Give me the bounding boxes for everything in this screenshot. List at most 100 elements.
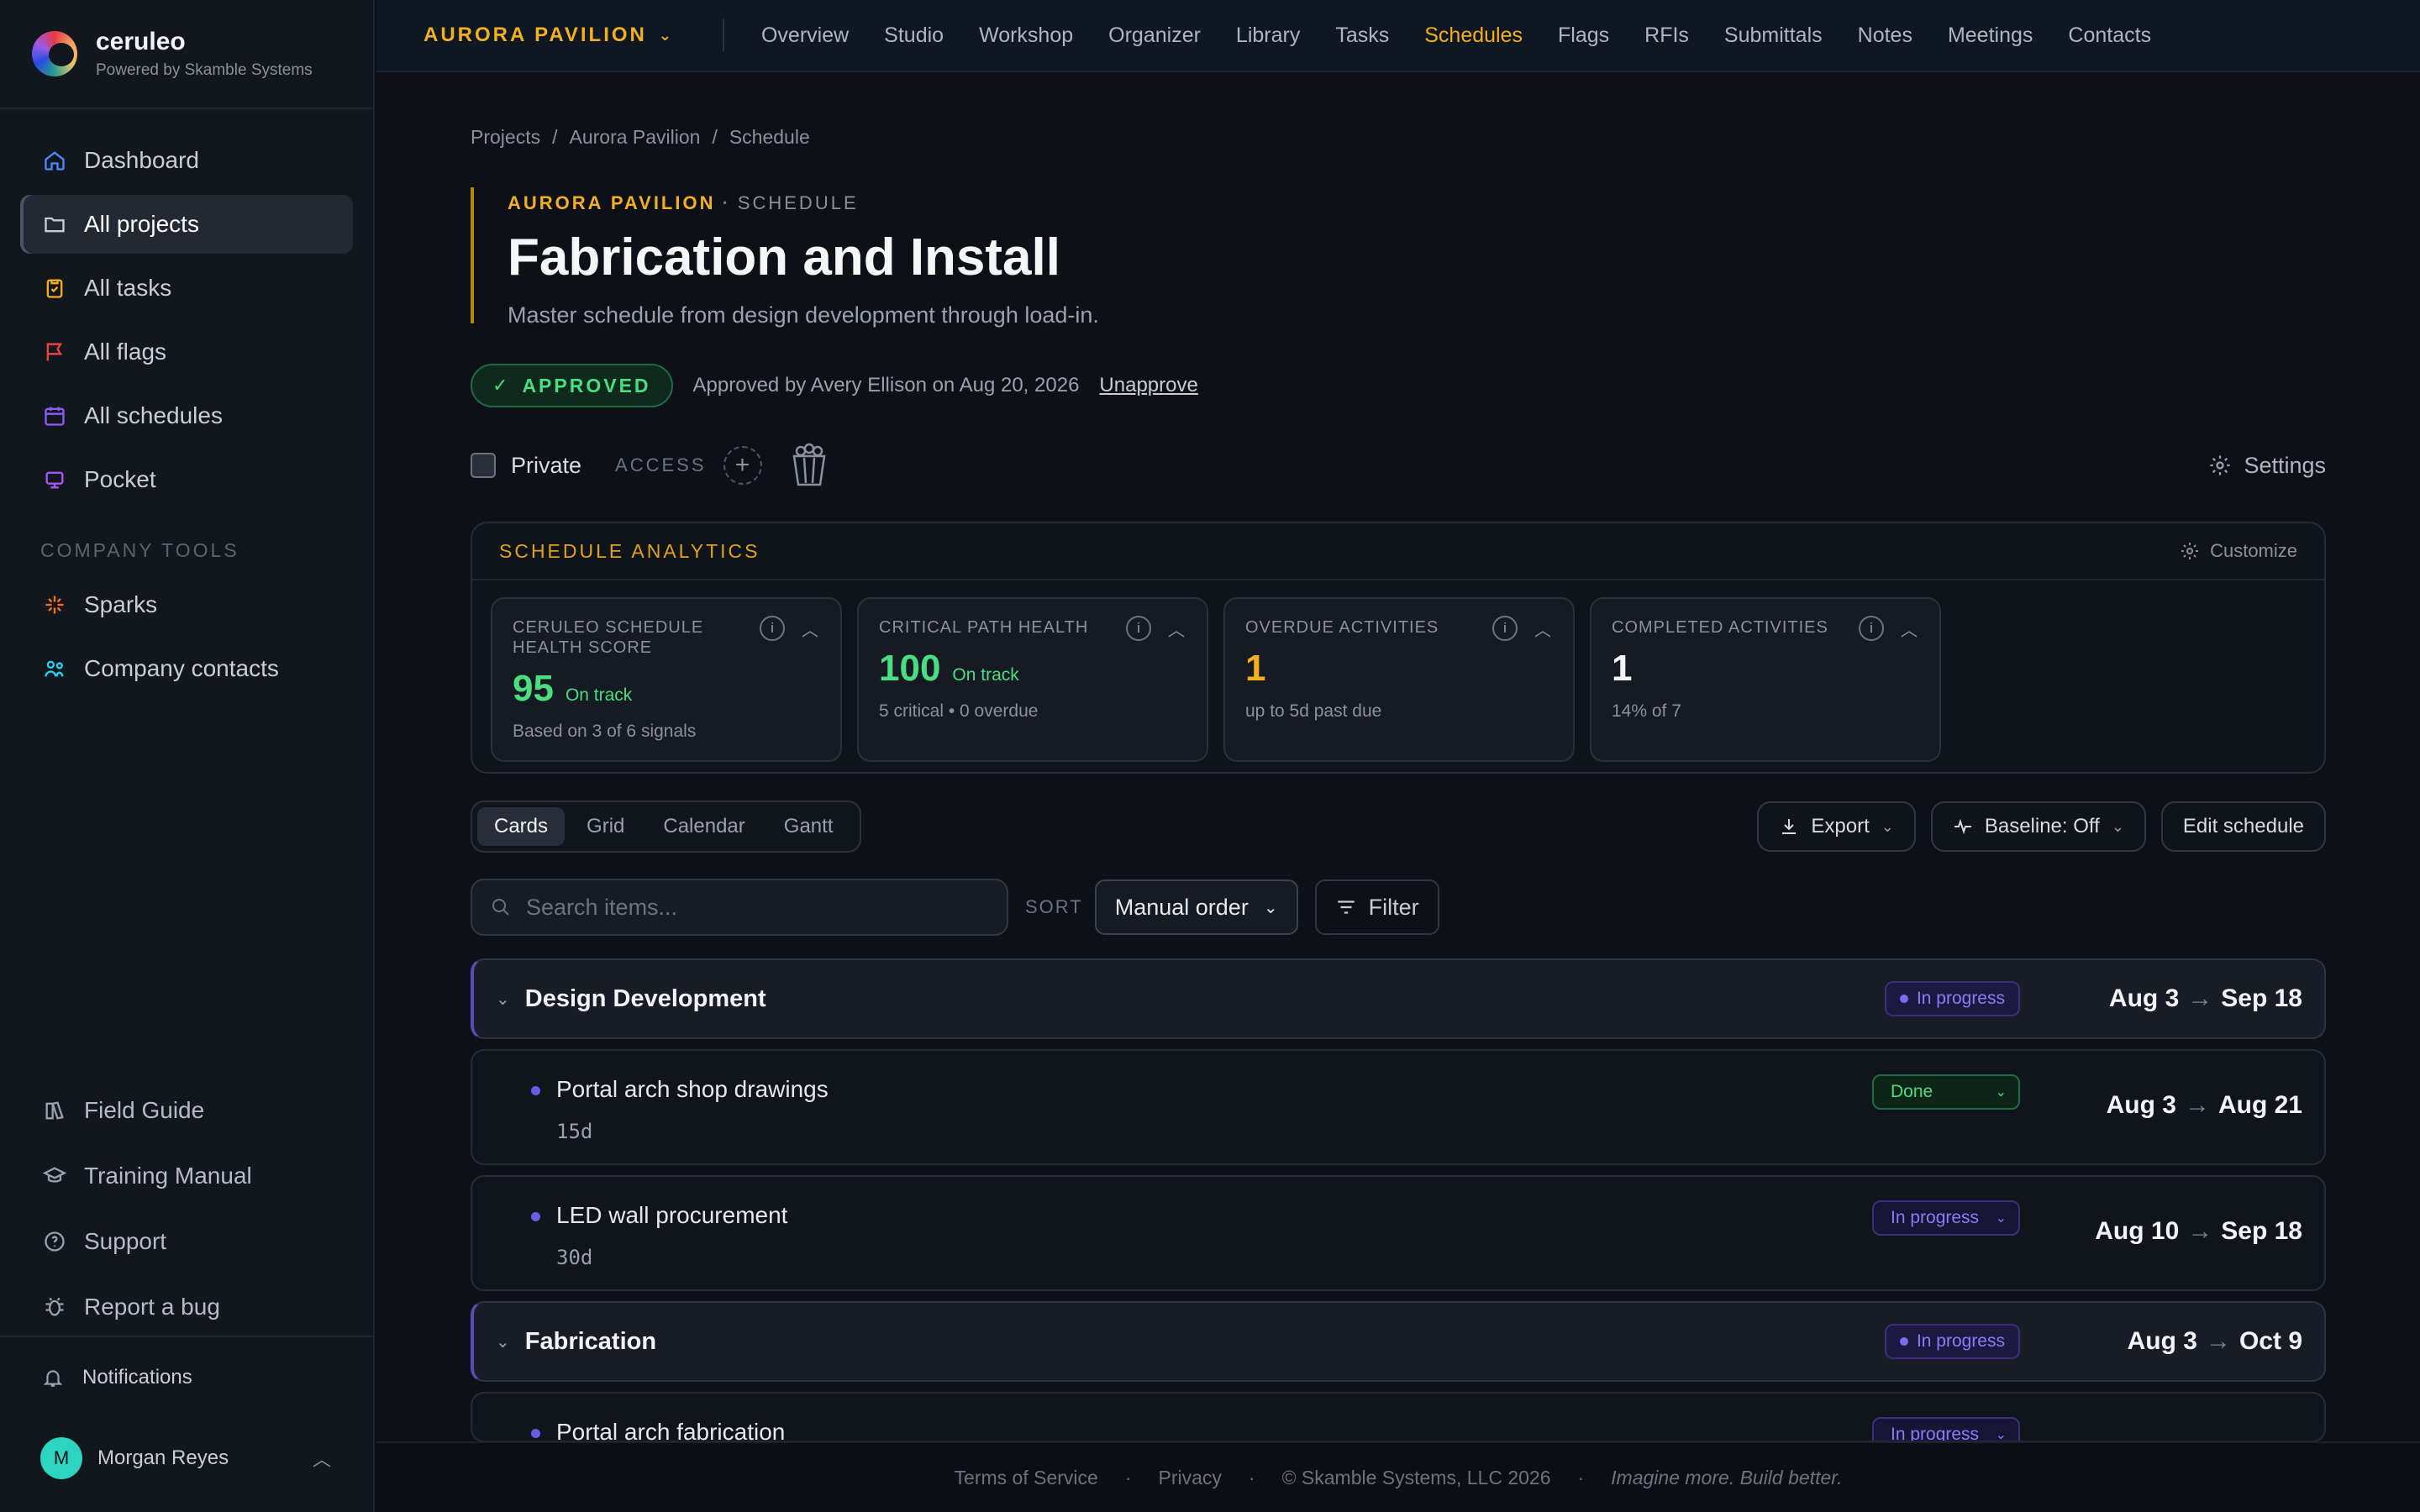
export-button[interactable]: Export ⌄ bbox=[1757, 801, 1916, 852]
breadcrumb-project[interactable]: Aurora Pavilion bbox=[569, 126, 700, 149]
status-label: In progress bbox=[1916, 1331, 2005, 1351]
breadcrumb-separator: / bbox=[712, 126, 718, 148]
info-icon[interactable]: i bbox=[1492, 616, 1518, 641]
sidebar-item-training-manual[interactable]: Training Manual bbox=[20, 1146, 353, 1206]
sidebar-help-links: Field Guide Training Manual Support Repo… bbox=[20, 1080, 353, 1342]
graduation-cap-icon bbox=[42, 1163, 67, 1189]
tab-flags[interactable]: Flags bbox=[1558, 24, 1609, 48]
search-input[interactable] bbox=[526, 894, 997, 921]
end-date: Oct 9 bbox=[2238, 1327, 2302, 1355]
info-icon[interactable]: i bbox=[1126, 616, 1151, 641]
info-icon[interactable]: i bbox=[760, 616, 785, 641]
collapse-chevron-icon[interactable]: ︿ bbox=[802, 617, 818, 641]
tab-tasks[interactable]: Tasks bbox=[1335, 24, 1389, 48]
download-icon bbox=[1779, 816, 1799, 837]
info-icon[interactable]: i bbox=[1859, 616, 1884, 641]
tab-contacts[interactable]: Contacts bbox=[2068, 24, 2151, 48]
analytics-title: SCHEDULE ANALYTICS bbox=[499, 539, 760, 562]
start-date: Aug 3 bbox=[2127, 1327, 2197, 1355]
baseline-button[interactable]: Baseline: Off ⌄ bbox=[1930, 801, 2146, 852]
phase-row[interactable]: ⌄ Fabrication In progress Aug 3 → Oct 9 bbox=[471, 1301, 2326, 1382]
customize-button[interactable]: Customize bbox=[2180, 540, 2297, 562]
add-access-button[interactable]: + bbox=[723, 446, 762, 485]
task-status-select[interactable]: Done ⌄ bbox=[1872, 1074, 2020, 1110]
clipboard-icon bbox=[42, 276, 67, 301]
task-card[interactable]: Portal arch fabrication In progress ⌄ bbox=[471, 1392, 2326, 1442]
tab-meetings[interactable]: Meetings bbox=[1948, 24, 2033, 48]
sidebar-item-label: Field Guide bbox=[84, 1097, 205, 1123]
view-tab-calendar[interactable]: Calendar bbox=[646, 807, 761, 846]
view-tab-grid[interactable]: Grid bbox=[570, 807, 641, 846]
sidebar-item-company-contacts[interactable]: Company contacts bbox=[20, 639, 353, 698]
phase-row[interactable]: ⌄ Design Development In progress Aug 3 → S… bbox=[471, 958, 2326, 1039]
eyebrow-project: AURORA PAVILION bbox=[508, 192, 716, 213]
task-card[interactable]: Portal arch shop drawings 15d Done ⌄ Aug … bbox=[471, 1049, 2326, 1165]
task-status-select[interactable]: In progress ⌄ bbox=[1872, 1200, 2020, 1236]
search-box bbox=[471, 879, 1008, 936]
popcorn-bucket-icon[interactable] bbox=[789, 443, 829, 488]
notifications-button[interactable]: Notifications bbox=[0, 1337, 373, 1418]
tab-schedules[interactable]: Schedules bbox=[1424, 24, 1523, 48]
metric-value: 95 bbox=[513, 668, 554, 709]
tab-notes[interactable]: Notes bbox=[1858, 24, 1912, 48]
sidebar-item-label: All flags bbox=[84, 339, 167, 365]
task-status-value: In progress bbox=[1891, 1425, 1980, 1442]
bell-icon bbox=[42, 1367, 64, 1389]
tab-workshop[interactable]: Workshop bbox=[979, 24, 1073, 48]
chevron-down-icon[interactable]: ⌄ bbox=[496, 989, 510, 1010]
collapse-chevron-icon[interactable]: ︿ bbox=[1534, 617, 1551, 641]
breadcrumb-projects[interactable]: Projects bbox=[471, 126, 540, 149]
copyright: © Skamble Systems, LLC 2026 bbox=[1281, 1466, 1551, 1488]
tab-overview[interactable]: Overview bbox=[761, 24, 849, 48]
sidebar-item-all-flags[interactable]: All flags bbox=[20, 323, 353, 381]
sidebar-item-support[interactable]: Support bbox=[20, 1211, 353, 1272]
chevron-down-icon: ⌄ bbox=[2111, 817, 2124, 835]
brand[interactable]: ceruleo Powered by Skamble Systems bbox=[0, 0, 373, 109]
collapse-chevron-icon[interactable]: ︿ bbox=[1901, 617, 1918, 641]
sidebar-item-all-schedules[interactable]: All schedules bbox=[20, 386, 353, 445]
settings-button[interactable]: Settings bbox=[2208, 453, 2326, 479]
filter-button[interactable]: Filter bbox=[1314, 879, 1439, 935]
chevron-down-icon: ⌄ bbox=[658, 26, 674, 44]
status-badge: ✓ APPROVED bbox=[471, 364, 673, 407]
sidebar-item-sparks[interactable]: Sparks bbox=[20, 575, 353, 634]
view-tab-gantt[interactable]: Gantt bbox=[767, 807, 850, 846]
unapprove-link[interactable]: Unapprove bbox=[1099, 374, 1197, 397]
sidebar-item-report-bug[interactable]: Report a bug bbox=[20, 1277, 353, 1337]
sidebar-item-pocket[interactable]: Pocket bbox=[20, 450, 353, 509]
status-label: In progress bbox=[1916, 989, 2005, 1008]
sidebar-item-all-tasks[interactable]: All tasks bbox=[20, 259, 353, 318]
tab-organizer[interactable]: Organizer bbox=[1108, 24, 1201, 48]
tab-submittals[interactable]: Submittals bbox=[1724, 24, 1823, 48]
privacy-link[interactable]: Privacy bbox=[1158, 1467, 1221, 1489]
task-status-value: In progress bbox=[1891, 1208, 1980, 1227]
view-switcher: Cards Grid Calendar Gantt bbox=[471, 801, 862, 853]
tab-library[interactable]: Library bbox=[1236, 24, 1300, 48]
project-switcher[interactable]: AURORA PAVILION ⌄ bbox=[424, 24, 674, 47]
sidebar-item-all-projects[interactable]: All projects bbox=[20, 195, 353, 254]
approval-row: ✓ APPROVED Approved by Avery Ellison on … bbox=[471, 364, 2326, 407]
edit-schedule-button[interactable]: Edit schedule bbox=[2160, 801, 2326, 852]
brand-name: ceruleo bbox=[96, 28, 186, 55]
sort-select[interactable]: Manual order ⌄ bbox=[1094, 879, 1298, 935]
page-header: AURORA PAVILION · SCHEDULE Fabrication and… bbox=[471, 187, 2326, 328]
sidebar-item-label: All tasks bbox=[84, 275, 172, 301]
pulse-icon bbox=[1953, 816, 1973, 837]
support-icon bbox=[42, 1229, 67, 1254]
view-tab-cards[interactable]: Cards bbox=[477, 807, 566, 846]
terms-link[interactable]: Terms of Service bbox=[955, 1467, 1098, 1489]
search-icon bbox=[492, 899, 509, 916]
task-card[interactable]: LED wall procurement 30d In progress ⌄ Au… bbox=[471, 1175, 2326, 1291]
sidebar-item-dashboard[interactable]: Dashboard bbox=[20, 131, 353, 190]
tab-studio[interactable]: Studio bbox=[884, 24, 944, 48]
chevron-down-icon[interactable]: ⌄ bbox=[496, 1331, 510, 1352]
collapse-chevron-icon[interactable]: ︿ bbox=[1168, 617, 1185, 641]
private-checkbox[interactable] bbox=[471, 453, 496, 478]
sidebar-item-field-guide[interactable]: Field Guide bbox=[20, 1080, 353, 1141]
tagline: Imagine more. Build better. bbox=[1611, 1466, 1843, 1488]
start-date: Aug 3 bbox=[2106, 1091, 2176, 1119]
tab-rfis[interactable]: RFIs bbox=[1644, 24, 1689, 48]
user-menu[interactable]: M Morgan Reyes ︿ bbox=[0, 1418, 373, 1499]
task-status-select[interactable]: In progress ⌄ bbox=[1872, 1417, 2020, 1442]
folder-icon bbox=[42, 212, 67, 237]
